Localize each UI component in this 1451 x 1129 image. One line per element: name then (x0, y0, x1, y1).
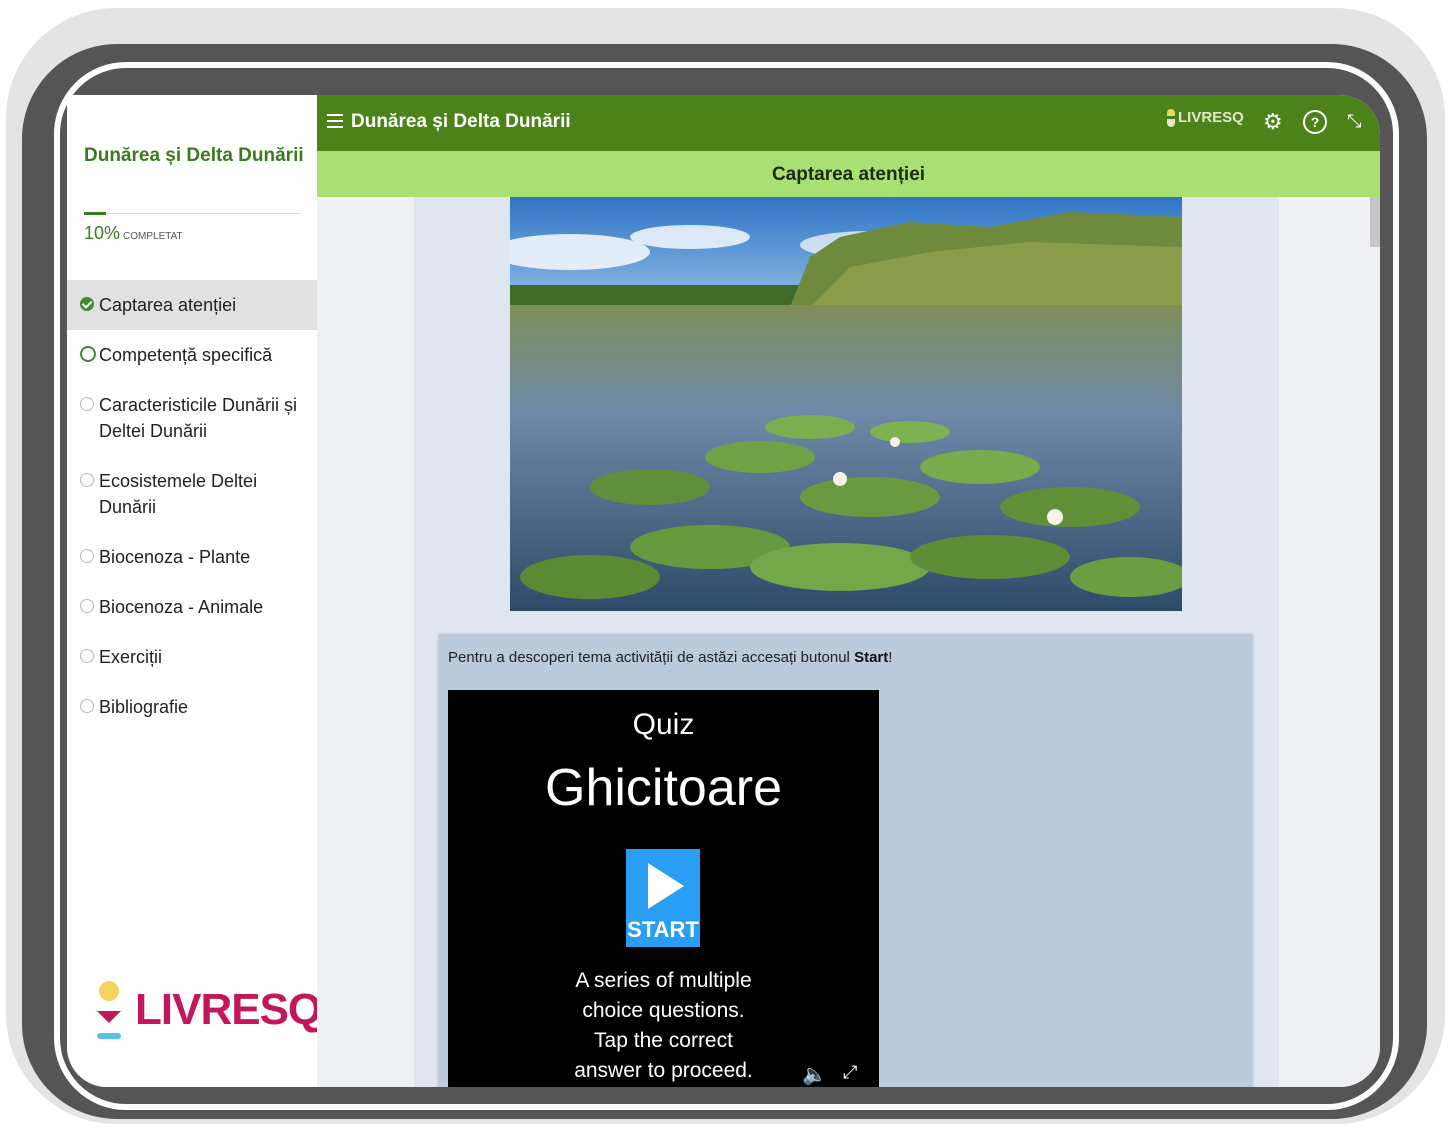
sidebar-item-label: Caracteristicile Dunării și Deltei Dunăr… (99, 395, 298, 441)
status-icon (80, 549, 94, 563)
status-icon (80, 699, 94, 713)
quiz-title: Ghicitoare (545, 759, 782, 817)
quiz-embed: Quiz Ghicitoare START A series of multip… (448, 690, 879, 1087)
app-screen: Dunărea și Delta Dunării 10% COMPLETAT Ca… (67, 95, 1380, 1087)
instruction-text: Pentru a descoperi tema activității de a… (448, 649, 892, 666)
instruction-prefix: Pentru a descoperi tema activității de a… (448, 649, 855, 666)
quiz-label: Quiz (632, 708, 695, 741)
sidebar-item-label: Biocenoza - Animale (99, 597, 264, 617)
help-icon[interactable]: ? (1303, 110, 1327, 134)
brand-link[interactable]: LIVRESQ (1167, 109, 1244, 128)
status-icon (80, 297, 94, 311)
sidebar: Dunărea și Delta Dunării 10% COMPLETAT Ca… (67, 95, 322, 1087)
brand-text: LIVRESQ (1178, 109, 1244, 126)
content-area: Pentru a descoperi tema activității de a… (317, 197, 1380, 1087)
status-icon (80, 397, 94, 411)
brand-icon (1167, 109, 1175, 128)
quiz-description-line: choice questions. (582, 999, 745, 1022)
top-bar: Dunărea și Delta Dunării LIVRESQ ⚙ ? ⤡ (317, 95, 1380, 151)
quiz-description-line: Tap the correct (594, 1029, 733, 1052)
activity-card: Pentru a descoperi tema activității de a… (439, 634, 1252, 1087)
progress-fill (84, 212, 106, 215)
instruction-suffix: ! (888, 649, 893, 666)
sidebar-item-label: Biocenoza - Plante (99, 547, 251, 567)
sidebar-item-label: Exerciții (99, 647, 163, 667)
status-icon (80, 599, 94, 613)
play-icon (648, 863, 684, 909)
start-button[interactable]: START (626, 849, 700, 947)
progress-label: COMPLETAT (123, 231, 183, 242)
expand-icon[interactable]: ⤢ (843, 1062, 857, 1083)
sidebar-item[interactable]: Exerciții (67, 632, 317, 682)
section-bar: Captarea atenției (317, 151, 1380, 197)
sound-icon[interactable]: 🔈 (802, 1062, 827, 1087)
menu-icon[interactable] (327, 114, 343, 128)
course-title: Dunărea și Delta Dunării (351, 111, 571, 132)
sidebar-item[interactable]: Bibliografie (67, 682, 317, 732)
livresq-logo-mark (97, 981, 121, 1039)
lake-photo (510, 197, 1182, 611)
progress-text: 10% COMPLETAT (84, 223, 183, 244)
gear-icon[interactable]: ⚙ (1263, 111, 1283, 133)
sidebar-item-label: Competență specifică (99, 345, 273, 365)
progress-track (84, 213, 300, 214)
sidebar-item[interactable]: Ecosistemele Deltei Dunării (67, 456, 317, 532)
start-label: START (627, 917, 699, 942)
fullscreen-icon[interactable]: ⤡ (1347, 111, 1361, 132)
sidebar-item[interactable]: Competență specifică (67, 330, 317, 380)
sidebar-item-label: Captarea atenției (99, 295, 237, 315)
progress-percent: 10% (84, 223, 121, 243)
status-icon (80, 473, 94, 487)
sidebar-title: Dunărea și Delta Dunării (84, 145, 304, 166)
section-title: Captarea atenției (771, 164, 926, 185)
sidebar-item-label: Ecosistemele Deltei Dunării (99, 471, 258, 517)
status-icon (80, 649, 94, 663)
content-column: Pentru a descoperi tema activității de a… (414, 197, 1279, 1087)
logo-text: LIVRESQ (135, 985, 322, 1034)
sidebar-item[interactable]: Caracteristicile Dunării și Deltei Dunăr… (67, 380, 317, 456)
sidebar-item[interactable]: Biocenoza - Plante (67, 532, 317, 582)
livresq-logo[interactable]: LIVRESQ (95, 977, 322, 1057)
sidebar-item[interactable]: Biocenoza - Animale (67, 582, 317, 632)
sidebar-nav: Captarea atenției Competență specifică C… (67, 280, 317, 732)
sidebar-item[interactable]: Captarea atenției (67, 280, 317, 330)
scrollbar[interactable] (1370, 197, 1380, 247)
status-icon (80, 346, 96, 362)
lake-image (510, 197, 1182, 611)
quiz-description-line: A series of multiple (575, 969, 752, 992)
instruction-bold: Start (854, 649, 889, 666)
sidebar-item-label: Bibliografie (99, 697, 189, 717)
